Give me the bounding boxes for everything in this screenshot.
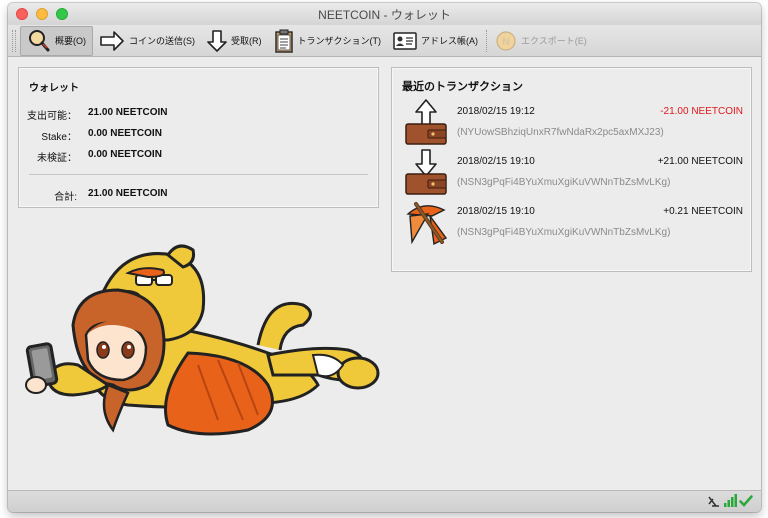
transaction-address: (NYUowSBhziqUnxR7fwNdaRx2pc5axMXJ23): [457, 127, 664, 138]
arrow-right-icon: [100, 30, 124, 51]
transaction-row[interactable]: 2018/02/15 19:10 +0.21 NEETCOIN (NSN3gPq…: [402, 198, 743, 246]
toolbar-grip: [12, 29, 16, 52]
wallet-divider: [29, 174, 368, 175]
total-label: 合計:: [54, 192, 77, 203]
minimize-window-button[interactable]: [36, 8, 48, 20]
transaction-row[interactable]: 2018/02/15 19:10 +21.00 NEETCOIN (NSN3gP…: [402, 148, 743, 196]
zoom-window-button[interactable]: [56, 8, 68, 20]
close-window-button[interactable]: [16, 8, 28, 20]
address-book-label: アドレス帳(A): [421, 36, 478, 46]
transaction-amount: -21.00 NEETCOIN: [660, 106, 743, 117]
window-title: NEETCOIN - ウォレット: [318, 7, 451, 22]
unconfirmed-value: 0.00 NEETCOIN: [88, 149, 162, 160]
status-icons: [707, 494, 753, 508]
staking-icon: [708, 496, 719, 507]
magnifier-icon: [29, 29, 50, 51]
send-coins-label: コインの送信(S): [129, 36, 195, 46]
recent-transactions-panel: 最近のトランザクション 2018/02/15 19:12 -21.00 NEET…: [391, 67, 752, 272]
transaction-amount: +21.00 NEETCOIN: [657, 156, 743, 167]
transaction-address: (NSN3gPqFi4BYuXmuXgiKuVWNnTbZsMvLKg): [457, 177, 671, 188]
app-window: NEETCOIN - ウォレット 概要(O) コインの送信(S) 受取(R) ト…: [8, 3, 761, 512]
spendable-value: 21.00 NEETCOIN: [88, 107, 168, 118]
unconfirmed-label: 未検証：: [37, 153, 77, 164]
transaction-amount: +0.21 NEETCOIN: [663, 206, 743, 217]
sent-icon: [405, 99, 447, 145]
transaction-row[interactable]: 2018/02/15 19:12 -21.00 NEETCOIN (NYUowS…: [402, 98, 743, 146]
synced-check-icon: [739, 495, 753, 507]
transactions-button[interactable]: トランザクション(T): [268, 26, 388, 56]
stake-label: Stake：: [41, 132, 77, 143]
receive-label: 受取(R): [231, 36, 262, 46]
recent-transactions-title: 最近のトランザクション: [402, 81, 523, 93]
transactions-label: トランザクション(T): [297, 36, 382, 46]
neetcoin-icon: N: [496, 30, 516, 51]
spendable-label: 支出可能：: [27, 111, 77, 122]
total-value: 21.00 NEETCOIN: [88, 188, 168, 199]
mascot-illustration: [25, 244, 380, 436]
transaction-address: (NSN3gPqFi4BYuXmuXgiKuVWNnTbZsMvLKg): [457, 227, 671, 238]
toolbar-separator: [486, 29, 487, 52]
overview-label: 概要(O): [55, 36, 86, 46]
window-controls: [16, 8, 68, 20]
arrow-down-icon: [207, 29, 227, 52]
connections-icon: [724, 494, 737, 507]
export-label: エクスポート(E): [521, 36, 587, 46]
overview-button[interactable]: 概要(O): [20, 25, 93, 56]
svg-text:N: N: [502, 36, 510, 48]
receive-button[interactable]: 受取(R): [201, 26, 268, 56]
title-bar: NEETCOIN - ウォレット: [8, 3, 761, 25]
address-book-button[interactable]: アドレス帳(A): [387, 26, 484, 56]
mined-icon: [406, 202, 448, 246]
transaction-date: 2018/02/15 19:10: [457, 156, 535, 167]
transaction-date: 2018/02/15 19:10: [457, 206, 535, 217]
stake-value: 0.00 NEETCOIN: [88, 128, 162, 139]
export-button[interactable]: N エクスポート(E): [489, 26, 593, 56]
wallet-summary-panel: ウォレット 支出可能： 21.00 NEETCOIN Stake： 0.00 N…: [18, 67, 379, 208]
address-card-icon: [393, 31, 417, 50]
received-icon: [405, 149, 447, 195]
clipboard-icon: [274, 29, 293, 53]
wallet-title: ウォレット: [29, 83, 79, 94]
toolbar: 概要(O) コインの送信(S) 受取(R) トランザクション(T) アドレス帳(…: [8, 25, 761, 57]
transaction-date: 2018/02/15 19:12: [457, 106, 535, 117]
send-coins-button[interactable]: コインの送信(S): [93, 26, 201, 56]
status-bar: [8, 490, 761, 512]
